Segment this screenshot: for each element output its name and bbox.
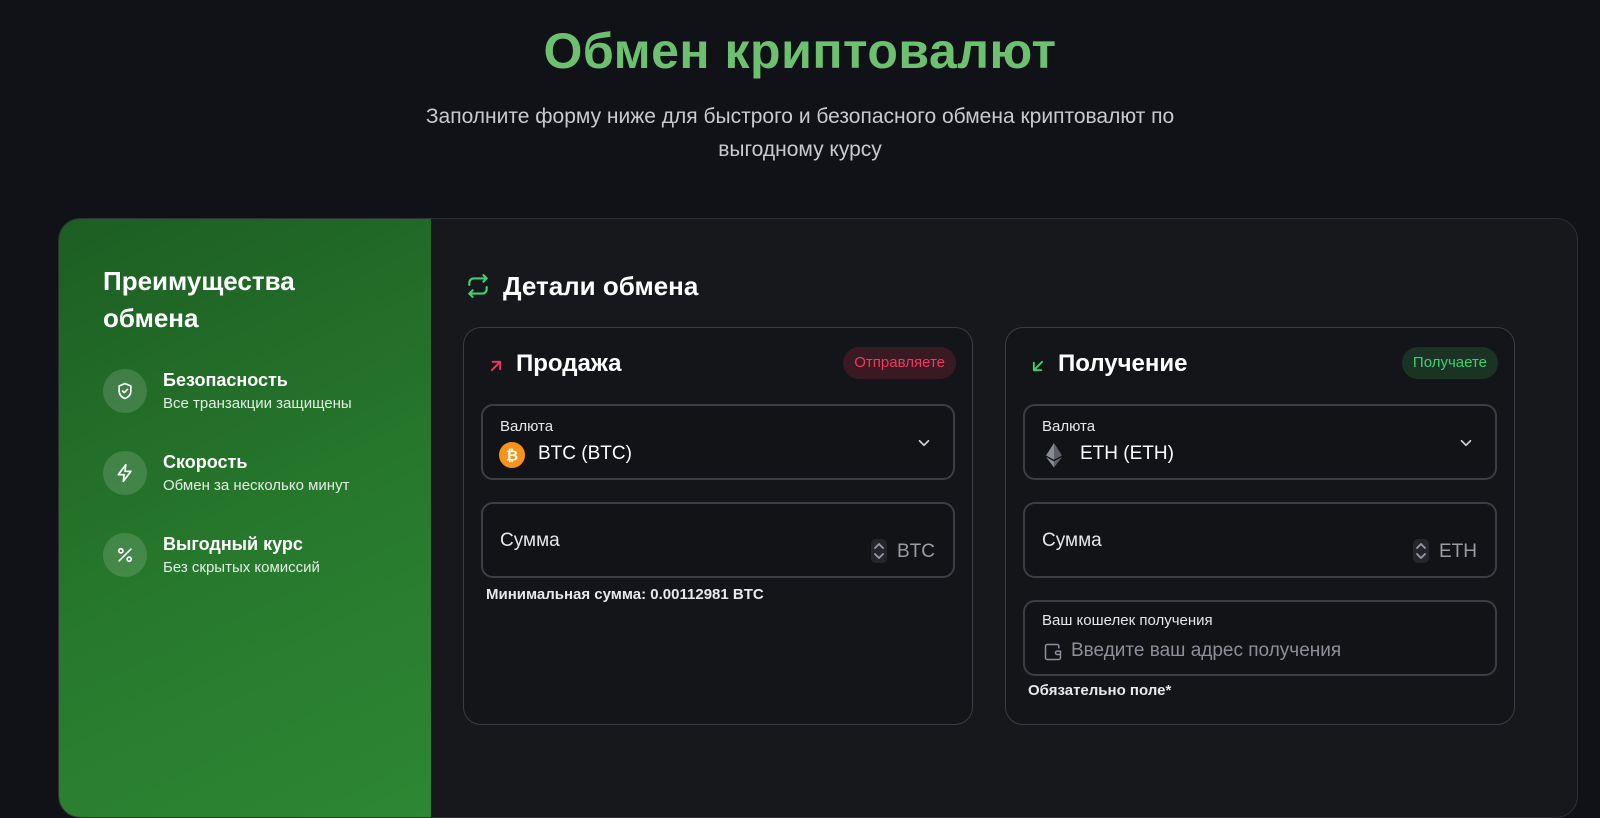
- receive-panel: Получение Получаете Валюта ETH (ETH) Сум…: [1005, 327, 1515, 725]
- swap-icon: [468, 274, 488, 298]
- amount-label: Сумма: [500, 530, 560, 551]
- benefit-title: Скорость: [163, 452, 248, 472]
- svg-text:₿: ₿: [506, 447, 518, 465]
- currency-label: Валюта: [1042, 418, 1096, 435]
- benefit-item-security: Безопасность Все транзакции защищены: [103, 369, 403, 413]
- wallet-label: Ваш кошелек получения: [1042, 612, 1213, 629]
- sell-amount-input[interactable]: Сумма BTC: [481, 502, 955, 578]
- exchange-details: Детали обмена Продажа Отправляете Валюта…: [431, 219, 1577, 817]
- sell-panel: Продажа Отправляете Валюта ₿ BTC (BTC) С…: [463, 327, 973, 725]
- send-badge: Отправляете: [843, 347, 956, 379]
- min-amount-hint: Минимальная сумма: 0.00112981 BTC: [486, 586, 764, 603]
- page-title: Обмен криптовалют: [543, 23, 1057, 79]
- required-field-note: Обязательно поле*: [1028, 682, 1172, 699]
- ethereum-icon: [1046, 443, 1062, 468]
- exchange-card: Преимущества обмена Безопасность Все тра…: [58, 218, 1578, 818]
- page-subtitle: Заполните форму ниже для быстрого и безо…: [425, 105, 1175, 161]
- receive-currency-select[interactable]: Валюта ETH (ETH): [1023, 404, 1497, 480]
- benefit-desc: Обмен за несколько минут: [163, 477, 350, 494]
- shield-icon: [103, 369, 147, 413]
- receive-amount-input[interactable]: Сумма ETH: [1023, 502, 1497, 578]
- sell-title: Продажа: [516, 350, 622, 377]
- receive-currency-value: ETH (ETH): [1080, 443, 1174, 464]
- bitcoin-icon: ₿: [499, 442, 525, 468]
- chevron-down-icon: [1460, 439, 1472, 447]
- amount-label: Сумма: [1042, 530, 1102, 551]
- percent-icon: [103, 533, 147, 577]
- benefit-item-speed: Скорость Обмен за несколько минут: [103, 451, 403, 495]
- currency-label: Валюта: [500, 418, 554, 435]
- chevron-down-icon: [918, 439, 930, 447]
- amount-unit: ETH: [1439, 541, 1477, 562]
- amount-unit: BTC: [897, 541, 935, 562]
- benefit-title: Выгодный курс: [163, 534, 303, 554]
- lightning-icon: [103, 451, 147, 495]
- benefits-title: Преимущества обмена: [103, 266, 295, 333]
- arrow-up-right-icon: [490, 360, 502, 372]
- wallet-icon: [1044, 643, 1062, 661]
- receive-badge: Получаете: [1401, 347, 1498, 379]
- benefit-title: Безопасность: [163, 370, 288, 390]
- sell-currency-select[interactable]: Валюта ₿ BTC (BTC): [481, 404, 955, 480]
- wallet-address-input[interactable]: [1071, 636, 1471, 666]
- benefits-sidebar: Преимущества обмена Безопасность Все тра…: [59, 219, 431, 817]
- benefit-desc: Все транзакции защищены: [163, 395, 352, 412]
- benefit-item-rate: Выгодный курс Без скрытых комиссий: [103, 533, 403, 577]
- exchange-details-title: Детали обмена: [503, 271, 699, 301]
- number-spinner-icon[interactable]: [1413, 539, 1429, 563]
- benefit-desc: Без скрытых комиссий: [163, 559, 320, 576]
- receive-title: Получение: [1058, 350, 1188, 377]
- number-spinner-icon[interactable]: [871, 539, 887, 563]
- wallet-address-field[interactable]: Ваш кошелек получения: [1023, 600, 1497, 676]
- arrow-down-left-icon: [1032, 360, 1044, 372]
- sell-currency-value: BTC (BTC): [538, 443, 632, 464]
